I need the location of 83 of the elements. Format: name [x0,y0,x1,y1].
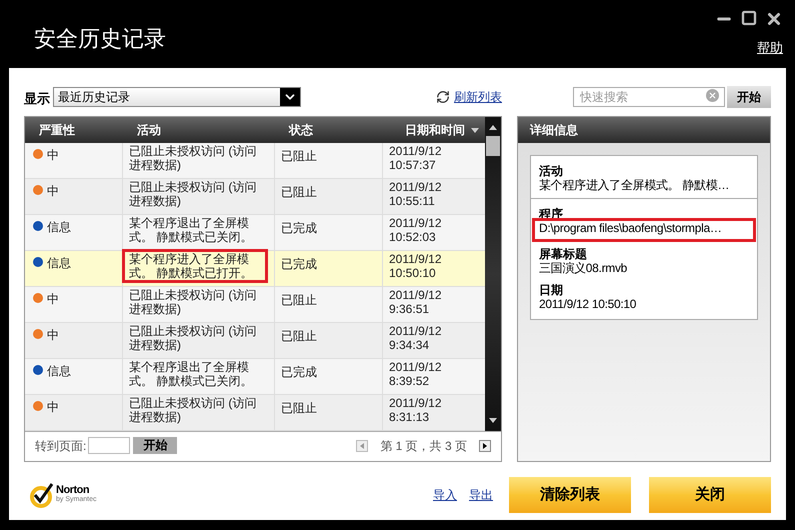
table-cell-text: 10:55:11 [389,194,436,208]
table-cell-text: 某个程序退出了全屏模式。 静默模式已关闭。 [129,216,254,244]
table-row[interactable]: 中 已阻止未授权访问 (访问进程数据) 已阻止 2011/9/12 10:55:11 [25,179,485,215]
sort-icon [471,128,479,132]
table-cell: 已完成 [281,365,317,379]
table-cell-text: 已阻止未授权访问 (访问进程数据) [129,396,258,424]
table-cell-text: 9:36:51 [389,302,430,316]
table-cell: 某个程序进入了全屏模式。 静默模式已打开。 [125,252,265,280]
column-header[interactable]: 状态 [275,117,383,143]
table-cell: 已阻止 [281,149,317,163]
table-cell-text: 信息 [47,255,71,272]
table-cell-text: 2011/9/12 [389,252,442,266]
next-page-icon[interactable] [479,440,491,452]
table-cell: 已阻止 [281,401,317,415]
detail-label: 日期 [539,283,564,297]
table-cell: 已阻止 [281,329,317,343]
table-cell-text: 2011/9/12 [389,180,442,194]
filter-label: 显示 [24,90,50,108]
column-header[interactable]: 活动 [123,117,275,143]
table-cell-text: 已阻止未授权访问 (访问进程数据) [129,288,258,316]
table-cell-text: 2011/9/12 [389,288,442,302]
table-row[interactable]: 中 已阻止未授权访问 (访问进程数据) 已阻止 2011/9/12 9:36:51 [25,287,485,323]
table-row[interactable]: 信息 某个程序进入了全屏模式。 静默模式已打开。 已完成 2011/9/12 10:50:10 [25,251,485,287]
table-row[interactable]: 信息 某个程序退出了全屏模式。 静默模式已关闭。 已完成 2011/9/12 10:52:03 [25,215,485,251]
table-cell: 已完成 [281,257,317,271]
table-cell-text: 某个程序退出了全屏模式。 静默模式已关闭。 [129,360,254,388]
table-cell-text: 已阻止未授权访问 (访问进程数据) [129,144,258,172]
table-cell-text: 中 [47,291,59,308]
column-header[interactable]: 日期和时间 [383,117,485,143]
maximize-icon[interactable] [741,10,757,26]
detail-value: 某个程序进入了全屏模式。 静默模… [539,178,730,192]
close-icon[interactable] [765,10,783,28]
goto-page-label: 转到页面: [35,438,86,454]
refresh-link[interactable]: 刷新列表 [454,88,502,106]
checkmark-logo-icon [30,482,54,508]
search-field[interactable]: 快速搜索 [573,87,725,107]
footer-button[interactable]: 清除列表 [509,477,631,513]
prev-page-icon[interactable] [356,440,368,452]
table-cell-text: 10:50:10 [389,266,437,280]
table-cell-text: 中 [47,327,59,344]
detail-label: 屏幕标题 [539,247,588,261]
view-dropdown[interactable]: 最近历史记录 [53,87,301,107]
table-row[interactable]: 中 已阻止未授权访问 (访问进程数据) 已阻止 2011/9/12 8:31:13 [25,395,485,431]
table-cell-text: 10:57:37 [389,158,437,172]
scrollbar[interactable] [485,117,501,431]
table-cell-text: 中 [47,399,59,416]
panel-title: 详细信息 [530,122,578,139]
detail-label: 活动 [539,164,564,178]
footer-link[interactable]: 导入 [433,486,457,504]
table-row[interactable]: 中 已阻止未授权访问 (访问进程数据) 已阻止 2011/9/12 9:34:34 [25,323,485,359]
table-cell-text: 已阻止未授权访问 (访问进程数据) [129,324,258,352]
table-cell-text: 8:31:13 [389,410,430,424]
table-cell-text: 2011/9/12 [389,144,442,158]
column-header[interactable]: 严重性 [25,117,123,143]
table-cell: 已阻止 [281,185,317,199]
table-cell-text: 2011/9/12 [389,360,442,374]
search-button[interactable]: 开始 [727,86,771,108]
table-cell-text: 中 [47,183,59,200]
table-cell-text: 10:52:03 [389,230,437,244]
page-input-field[interactable] [88,437,130,454]
table-cell-text: 信息 [47,219,71,236]
footer-button[interactable]: 关闭 [649,477,771,513]
table-cell-text: 2011/9/12 [389,216,442,230]
refresh-icon[interactable] [436,90,450,104]
table-cell-text: 2011/9/12 [389,396,442,410]
table-cell-text: 8:39:52 [389,374,430,388]
table-cell-text: 信息 [47,363,71,380]
window-title: 安全历史记录 [34,25,166,53]
table-row[interactable]: 信息 某个程序退出了全屏模式。 静默模式已关闭。 已完成 2011/9/12 8:39:52 [25,359,485,395]
detail-value: D:\program files\baofeng\stormpla… [535,221,753,239]
help-link[interactable]: 帮助 [757,38,783,58]
detail-value: 三国演义08.rmvb [539,261,628,275]
table-cell: 已完成 [281,221,317,235]
table-cell-text: 中 [47,147,59,164]
go-button[interactable]: 开始 [133,437,178,454]
table-cell-text: 9:34:34 [389,338,430,352]
table-cell-text: 2011/9/12 [389,324,442,338]
footer-link[interactable]: 导出 [469,486,493,504]
detail-value: 2011/9/12 10:50:10 [539,297,638,311]
table-cell-text: 已阻止未授权访问 (访问进程数据) [129,180,258,208]
page-status: 第 1 页，共 3 页 [380,438,467,454]
table-row[interactable]: 中 已阻止未授权访问 (访问进程数据) 已阻止 2011/9/12 10:57:37 [25,143,485,179]
table-cell: 已阻止 [281,293,317,307]
